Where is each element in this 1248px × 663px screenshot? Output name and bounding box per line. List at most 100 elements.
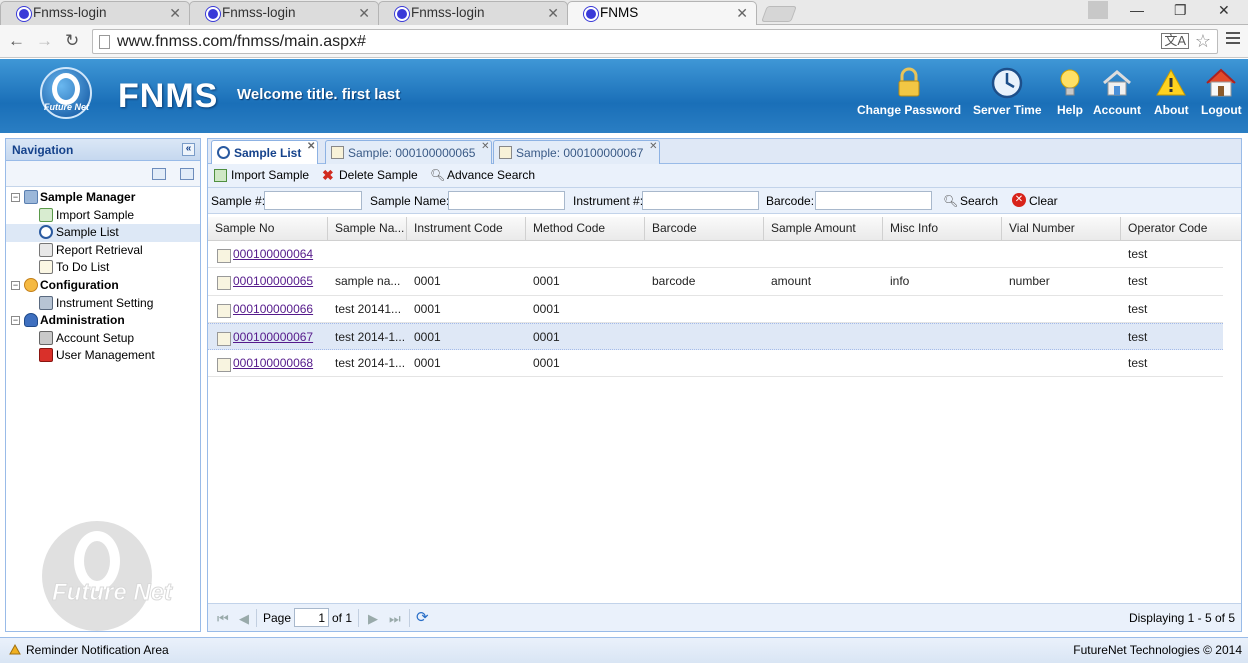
close-tab-icon[interactable]: ✕ — [736, 5, 748, 22]
import-sample-button[interactable]: Import Sample — [214, 168, 309, 182]
close-tab-icon[interactable]: ✕ — [547, 5, 559, 22]
search-bar: Sample #: Sample Name: Instrument #: Bar… — [208, 188, 1241, 214]
table-row[interactable]: 000100000064 test — [208, 241, 1223, 269]
close-tab-icon[interactable]: ✕ — [169, 5, 181, 22]
minimize-icon[interactable]: — — [1130, 2, 1144, 18]
cell-sample-amount — [764, 350, 883, 377]
tree-node-import-sample[interactable]: Import Sample — [6, 207, 200, 225]
sample-no-input[interactable] — [264, 191, 362, 210]
close-tab-icon[interactable]: ✕ — [481, 141, 489, 152]
column-header-sample-no[interactable]: Sample No — [208, 217, 328, 241]
delete-sample-button[interactable]: ✖ Delete Sample — [322, 168, 418, 182]
logout-button[interactable]: Logout — [1201, 67, 1242, 117]
cell-method-code — [526, 241, 645, 268]
restore-icon[interactable]: ❐ — [1174, 2, 1187, 19]
tree-node-administration[interactable]: − Administration — [6, 312, 200, 330]
tree-node-to-do-list[interactable]: To Do List — [6, 259, 200, 277]
browser-tab-active[interactable]: FNMS ✕ — [567, 1, 757, 26]
lock-icon — [898, 67, 920, 97]
tab-sample-000100000067[interactable]: Sample: 000100000067 ✕ — [493, 140, 661, 164]
browser-tab[interactable]: Fnmss-login ✕ — [378, 1, 568, 25]
column-header-sample-name[interactable]: Sample Na... — [328, 217, 407, 241]
reload-icon[interactable]: ↻ — [65, 31, 79, 51]
collapse-panel-icon[interactable]: « — [182, 143, 195, 156]
tree-node-account-setup[interactable]: Account Setup — [6, 330, 200, 348]
futurenet-logo: Future Net — [40, 67, 92, 119]
tab-sample-000100000065[interactable]: Sample: 000100000065 ✕ — [325, 140, 493, 164]
browser-tab[interactable]: Fnmss-login ✕ — [189, 1, 379, 25]
expand-all-icon[interactable] — [152, 168, 166, 180]
page-number-input[interactable] — [294, 608, 329, 627]
close-tab-icon[interactable]: ✕ — [649, 141, 657, 152]
tree-node-instrument-setting[interactable]: Instrument Setting — [6, 295, 200, 313]
collapse-all-icon[interactable] — [180, 168, 194, 180]
window-close-icon[interactable]: ✕ — [1218, 2, 1230, 19]
clear-button[interactable]: ✕ Clear — [1012, 193, 1058, 208]
tree-node-sample-list[interactable]: Sample List — [6, 224, 200, 242]
table-row[interactable]: 000100000068 test 2014-1... 0001 0001 te… — [208, 350, 1223, 378]
cell-misc-info: info — [890, 274, 910, 289]
forward-arrow-icon[interactable]: → — [36, 31, 53, 51]
url-field[interactable]: www.fnmss.com/fnmss/main.aspx# 文A ☆ — [92, 29, 1218, 54]
column-header-vial-number[interactable]: Vial Number — [1002, 217, 1121, 241]
column-header-operator-code[interactable]: Operator Code — [1121, 217, 1241, 241]
column-header-sample-amount[interactable]: Sample Amount — [764, 217, 883, 241]
close-tab-icon[interactable]: ✕ — [358, 5, 370, 22]
cell-operator-code: test — [1128, 247, 1148, 261]
last-page-icon[interactable]: ⏭ — [389, 611, 401, 627]
tree-node-report-retrieval[interactable]: Report Retrieval — [6, 242, 200, 260]
change-password-button[interactable]: Change Password — [857, 67, 961, 117]
tab-sample-list[interactable]: Sample List ✕ — [211, 140, 319, 165]
navigation-title: Navigation — [12, 143, 74, 157]
status-footer: Reminder Notification Area FutureNet Tec… — [0, 637, 1248, 663]
bookmark-star-icon[interactable]: ☆ — [1195, 31, 1211, 52]
back-arrow-icon[interactable]: ← — [8, 31, 25, 51]
close-tab-icon[interactable]: ✕ — [307, 141, 315, 152]
refresh-icon[interactable]: ⟳ — [416, 608, 429, 626]
column-header-method-code[interactable]: Method Code — [526, 217, 645, 241]
document-icon — [217, 249, 231, 263]
translate-icon[interactable]: 文A — [1161, 33, 1189, 49]
cell-sample-amount — [764, 241, 883, 268]
tree-node-sample-manager[interactable]: − Sample Manager — [6, 189, 200, 207]
clock-icon — [39, 225, 53, 240]
sample-no-link[interactable]: 000100000068 — [233, 350, 313, 377]
new-tab-button[interactable] — [761, 6, 797, 22]
table-row[interactable]: 000100000065 sample na... 0001 0001 barc… — [208, 268, 1223, 296]
table-row[interactable]: 000100000066 test 20141... 0001 0001 tes… — [208, 296, 1223, 323]
barcode-input[interactable] — [815, 191, 932, 210]
prev-page-icon[interactable]: ◀ — [239, 611, 249, 627]
column-header-instrument-code[interactable]: Instrument Code — [407, 217, 526, 241]
search-button[interactable]: 🔍︎ Search — [943, 194, 998, 208]
about-button[interactable]: About — [1154, 67, 1189, 117]
sample-name-input[interactable] — [448, 191, 565, 210]
cell-barcode — [645, 296, 764, 323]
column-header-misc-info[interactable]: Misc Info — [883, 217, 1002, 241]
sample-no-link[interactable]: 000100000064 — [233, 241, 313, 268]
user-profile-icon[interactable] — [1088, 1, 1108, 19]
edit-document-icon — [331, 146, 344, 159]
tree-node-user-management[interactable]: User Management — [6, 347, 200, 365]
help-button[interactable]: Help — [1054, 67, 1086, 117]
page-label: Page — [263, 611, 292, 625]
sample-no-link[interactable]: 000100000067 — [233, 324, 313, 351]
next-page-icon[interactable]: ▶ — [368, 611, 378, 627]
document-icon — [217, 331, 231, 346]
browser-tab[interactable]: Fnmss-login ✕ — [0, 1, 190, 25]
browser-menu-icon[interactable] — [1226, 32, 1240, 47]
sample-no-link[interactable]: 000100000066 — [233, 296, 313, 323]
first-page-icon[interactable]: ⏮ — [217, 611, 229, 627]
table-row-selected[interactable]: 000100000067 test 2014-1... 0001 0001 te… — [208, 322, 1223, 351]
warning-icon — [1156, 68, 1187, 96]
clock-icon — [217, 146, 230, 159]
column-header-barcode[interactable]: Barcode — [645, 217, 764, 241]
tree-node-configuration[interactable]: − Configuration — [6, 277, 200, 295]
sample-no-link[interactable]: 000100000065 — [233, 268, 313, 295]
import-icon — [214, 169, 227, 182]
instrument-input[interactable] — [642, 191, 759, 210]
account-button[interactable]: Account — [1093, 67, 1141, 117]
house-icon — [1103, 70, 1131, 96]
advance-search-button[interactable]: 🔍︎ Advance Search — [430, 168, 535, 182]
server-time-button[interactable]: Server Time — [973, 67, 1042, 117]
main-panel: Sample List ✕ Sample: 000100000065 ✕ Sampl… — [207, 138, 1242, 632]
